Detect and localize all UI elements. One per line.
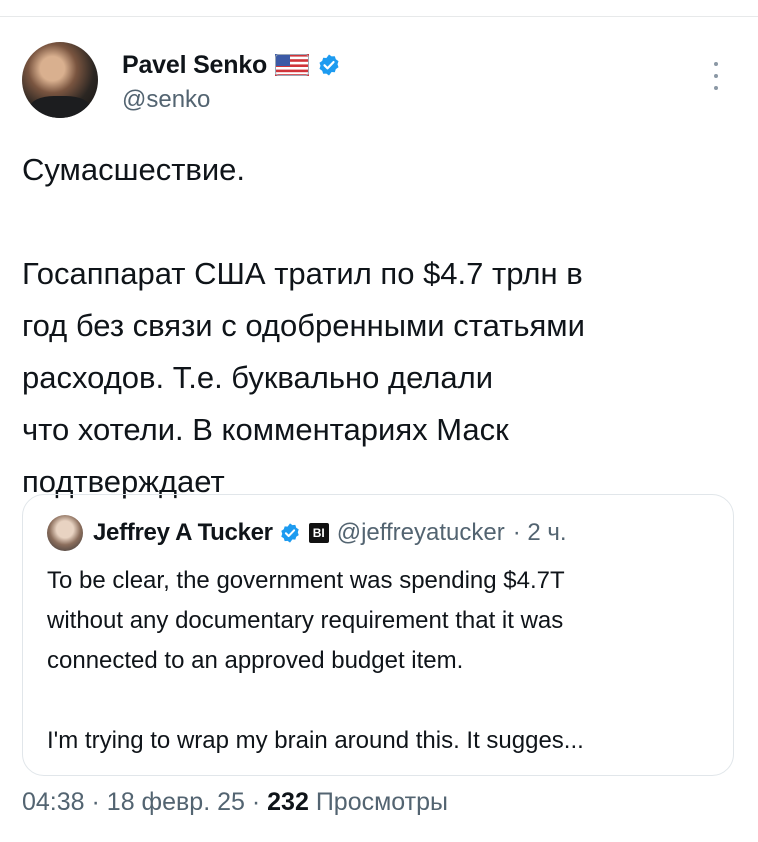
- tweet-time[interactable]: 04:38: [22, 788, 85, 816]
- quoted-tweet-header: Jeffrey A Tucker BI @jeffreyatucker · 2 …: [47, 515, 567, 551]
- more-options-icon[interactable]: [704, 62, 728, 90]
- more-dot: [714, 86, 718, 90]
- us-flag-icon: [275, 54, 310, 76]
- tweet-text: Сумасшествие. Госаппарат США тратил по $…: [22, 152, 585, 499]
- author-block: Pavel Senko @senko: [22, 42, 341, 118]
- top-divider: [0, 16, 758, 17]
- more-dot: [714, 62, 718, 66]
- author-name[interactable]: Pavel Senko: [122, 51, 267, 80]
- quoted-tweet-text: To be clear, the government was spending…: [47, 567, 584, 754]
- views-count: 232: [267, 788, 309, 816]
- author-names: Pavel Senko @senko: [122, 48, 341, 114]
- quoted-author-handle: @jeffreyatucker: [336, 519, 505, 546]
- quoted-author-avatar: [47, 515, 83, 551]
- views-label: Просмотры: [315, 788, 448, 816]
- quoted-tweet[interactable]: Jeffrey A Tucker BI @jeffreyatucker · 2 …: [22, 494, 734, 776]
- tweet-date[interactable]: 18 февр. 25: [107, 788, 245, 816]
- organization-badge-icon: BI: [308, 523, 329, 543]
- quoted-author-name: Jeffrey A Tucker: [93, 519, 273, 546]
- more-dot: [714, 74, 718, 78]
- meta-separator: ·: [251, 788, 261, 816]
- tweet-meta: 04:38 · 18 февр. 25 · 232 Просмотры: [22, 788, 448, 817]
- author-name-row: Pavel Senko: [122, 48, 341, 82]
- quoted-tweet-time: · 2 ч.: [512, 519, 567, 546]
- verified-badge-icon: [319, 54, 339, 76]
- author-avatar[interactable]: [22, 42, 98, 118]
- meta-separator: ·: [91, 788, 100, 816]
- author-handle[interactable]: @senko: [122, 86, 341, 114]
- verified-badge-icon: [281, 523, 299, 543]
